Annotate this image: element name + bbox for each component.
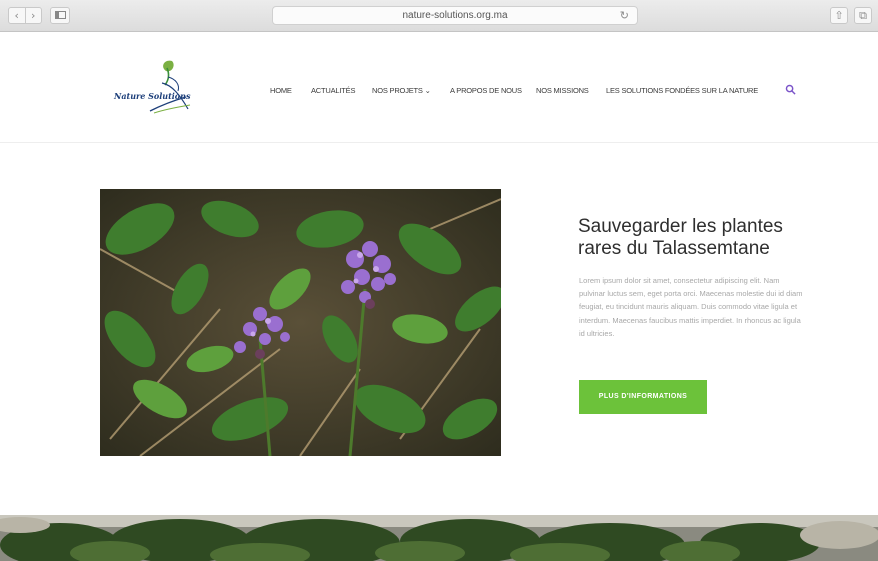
search-icon[interactable]	[785, 84, 796, 95]
sidebar-toggle-button[interactable]	[50, 7, 70, 24]
logo-text: Nature Solutions	[114, 91, 191, 101]
feature-title: Sauvegarder les plantes rares du Talasse…	[578, 216, 783, 259]
main-nav: HOME ACTUALITÉS NOS PROJETS ⌄ A PROPOS D…	[270, 86, 758, 95]
nav-item-solutions[interactable]: LES SOLUTIONS FONDÉES SUR LA NATURE	[606, 86, 758, 95]
logo-emblem-icon	[149, 60, 191, 114]
feature-image	[100, 189, 501, 456]
share-button[interactable]: ⇧	[830, 7, 848, 24]
nav-item-nos-projets[interactable]: NOS PROJETS ⌄	[372, 86, 450, 95]
forward-button[interactable]: ›	[24, 8, 42, 23]
site-header: Nature Solutions HOME ACTUALITÉS NOS PRO…	[0, 33, 878, 143]
nav-item-a-propos[interactable]: A PROPOS DE NOUS	[450, 86, 536, 95]
back-button[interactable]: ‹	[9, 8, 25, 23]
more-info-button[interactable]: PLUS D'INFORMATIONS	[579, 380, 707, 414]
bottom-banner-image	[0, 515, 878, 561]
feature-body: Lorem ipsum dolor sit amet, consectetur …	[579, 276, 803, 338]
nav-item-home[interactable]: HOME	[270, 86, 311, 95]
tabs-overview-button[interactable]: ⧉	[854, 7, 872, 24]
history-nav: ‹ ›	[8, 7, 42, 24]
nav-item-nos-missions[interactable]: NOS MISSIONS	[536, 86, 606, 95]
nav-item-actualites[interactable]: ACTUALITÉS	[311, 86, 372, 95]
address-bar[interactable]: nature-solutions.org.ma ↻	[272, 6, 638, 25]
address-text: nature-solutions.org.ma	[402, 10, 508, 21]
sidebar-icon	[54, 11, 66, 19]
reload-icon[interactable]: ↻	[620, 7, 629, 24]
browser-toolbar: ‹ › nature-solutions.org.ma ↻ ⇧ ⧉	[0, 0, 878, 32]
site-logo[interactable]: Nature Solutions	[110, 55, 210, 117]
